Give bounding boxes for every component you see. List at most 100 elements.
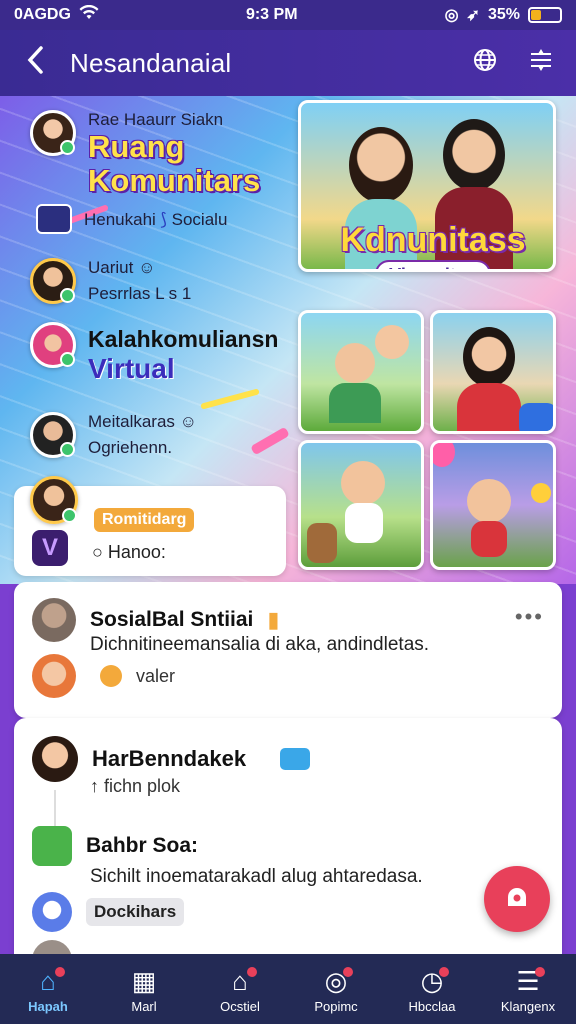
hero-heading: Komunitars (88, 163, 261, 199)
nav-label: Hapah (28, 998, 68, 1014)
nav-marl[interactable]: ▦ Marl (99, 965, 189, 1014)
puzzle-icon: ▮ (267, 607, 280, 632)
person-illustration (463, 327, 515, 387)
nav-label: Klangenx (500, 998, 556, 1014)
clock-time: 9:3 PM (245, 6, 298, 23)
card-body: Dichnitineemansalia di aka, andindletas. (90, 634, 430, 655)
back-button[interactable] (0, 42, 70, 84)
community-tile[interactable] (430, 310, 556, 434)
avatar[interactable] (30, 412, 76, 458)
hero-item-label: Uariut ☺ (88, 258, 156, 277)
status-bar: 0AGDG 9:3 PM ◎ ➶ 35% (0, 0, 576, 30)
flag-icon (36, 204, 72, 234)
mini-card-text: Hanoo: (107, 542, 166, 562)
balloon-icon (531, 483, 551, 503)
notification-dot (247, 966, 257, 977)
hero-banner[interactable]: Rae Haaurr Siakn Ruang Komunitars Henuka… (0, 96, 576, 584)
balloon-icon (433, 443, 455, 467)
character-illustration (329, 383, 381, 423)
filter-button[interactable] (528, 47, 554, 80)
character-illustration (307, 523, 337, 563)
globe-button[interactable] (472, 47, 498, 80)
more-options-button[interactable]: ••• (515, 604, 544, 630)
tag-chip[interactable]: Dockihars (86, 898, 185, 926)
nav-label: Hbcclaa (408, 998, 456, 1014)
location-icon: ➶ (466, 7, 480, 24)
person-illustration (457, 383, 521, 431)
menu-icon: ☰ (516, 965, 540, 996)
house-icon: ⌂ (232, 965, 248, 996)
feed-card[interactable]: SosialBal Sntiiai ▮ ••• Dichnitineemansa… (14, 582, 562, 718)
person-illustration (443, 119, 505, 191)
card-subtitle: Bahbr Soa: (86, 834, 199, 857)
character-illustration (467, 479, 511, 523)
hero-item-label: Ogriehenn. (88, 438, 173, 457)
hero-item-label: Socialu (171, 210, 228, 229)
community-tile[interactable] (298, 440, 424, 570)
notification-dot (439, 966, 449, 977)
badge-title: Kdnunitass (340, 221, 526, 259)
nav-label: Popimc (314, 998, 358, 1014)
nav-label: Ocstiel (220, 998, 260, 1014)
avatar[interactable] (30, 110, 76, 156)
hero-item-caption: Rae Haaurr Siakn (88, 110, 224, 129)
person-illustration (349, 127, 413, 203)
app-icon (32, 826, 72, 866)
card-title: SosialBal Sntiiai (90, 608, 254, 631)
alarm-icon: ◎ (444, 7, 459, 24)
avatar[interactable] (32, 654, 76, 698)
notification-dot (55, 966, 65, 977)
avatar[interactable] (32, 598, 76, 642)
app-logo-icon: V (32, 530, 68, 566)
medal-icon (100, 665, 122, 687)
robot-icon (519, 403, 553, 431)
home-icon: ⌂ (40, 965, 56, 996)
character-illustration (335, 343, 375, 383)
hero-item-title: Kalahkomuliansn (88, 326, 279, 352)
status-pill: Romitidarg (94, 508, 195, 532)
feed-card[interactable]: HarBenndakek ↑ fichn plok Bahbr Soa: Sic… (14, 718, 562, 980)
page-title: Nesandanaial (70, 47, 232, 78)
carrier-label: 0AGDG (14, 6, 71, 23)
avatar[interactable] (30, 258, 76, 304)
hero-mini-card[interactable]: V Romitidarg ○ Hanoo: (14, 476, 286, 576)
bottom-navigation: ⌂ Hapah ▦ Marl ⌂ Ocstiel ◎ Popimc ◷ Hbcc… (0, 954, 576, 1024)
community-tile[interactable]: Kdnunitass Viraunitns (298, 100, 556, 272)
community-tile[interactable] (298, 310, 424, 434)
avatar[interactable] (30, 322, 76, 368)
character-illustration (341, 461, 385, 505)
sliders-icon (531, 48, 551, 71)
chat-bubble-icon (280, 748, 311, 770)
nav-klangenx[interactable]: ☰ Klangenx (483, 965, 573, 1014)
nav-ocstiel[interactable]: ⌂ Ocstiel (195, 965, 285, 1014)
card-title: HarBenndakek (92, 746, 247, 771)
hero-item-label: Meitalkaras ☺ (88, 412, 197, 431)
hero-item-label: Henukahi (84, 210, 156, 229)
nav-label: Marl (131, 998, 157, 1014)
compass-icon: ◎ (324, 965, 348, 996)
hero-item-title: Virtual (88, 353, 175, 384)
store-icon: ▦ (131, 965, 157, 996)
compose-button[interactable] (484, 866, 550, 932)
card-body: Sichilt inoematarakadl alug ahtaredasa. (90, 866, 423, 887)
compose-icon (508, 888, 526, 906)
battery-percent: 35% (487, 6, 520, 23)
virtual-community-badge: Kdnunitass Viraunitns (323, 221, 543, 269)
card-meta: valer (136, 665, 176, 686)
arrow-up-icon: ↑ (90, 776, 99, 796)
clock-icon: ◷ (420, 965, 444, 996)
hero-item-label: Pesrrlas L s 1 (88, 284, 192, 303)
nav-home[interactable]: ⌂ Hapah (3, 965, 93, 1014)
notification-dot (535, 966, 545, 977)
nav-popimc[interactable]: ◎ Popimc (291, 965, 381, 1014)
avatar[interactable] (30, 476, 78, 524)
battery-icon (527, 7, 562, 23)
character-illustration (375, 325, 409, 359)
chevron-left-icon (27, 46, 43, 74)
avatar[interactable] (32, 736, 78, 782)
notification-dot (343, 966, 353, 977)
community-tile[interactable] (430, 440, 556, 570)
hero-heading: Ruang (88, 129, 185, 164)
nav-hbcclaa[interactable]: ◷ Hbcclaa (387, 965, 477, 1014)
card-meta: fichn plok (104, 776, 181, 796)
